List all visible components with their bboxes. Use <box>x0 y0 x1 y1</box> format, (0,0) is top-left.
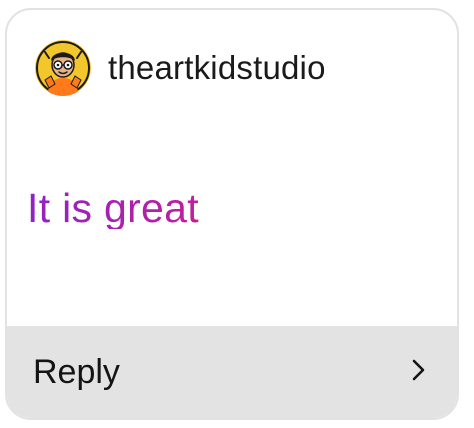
message-card: theartkidstudio It is great Reply <box>5 8 459 420</box>
card-header: theartkidstudio <box>35 38 326 98</box>
message-text: It is great <box>27 185 199 231</box>
avatar-icon[interactable] <box>35 40 91 96</box>
reply-label: Reply <box>33 352 120 391</box>
reply-button[interactable]: Reply <box>7 326 457 418</box>
username[interactable]: theartkidstudio <box>108 49 326 87</box>
chevron-right-icon <box>409 356 429 389</box>
